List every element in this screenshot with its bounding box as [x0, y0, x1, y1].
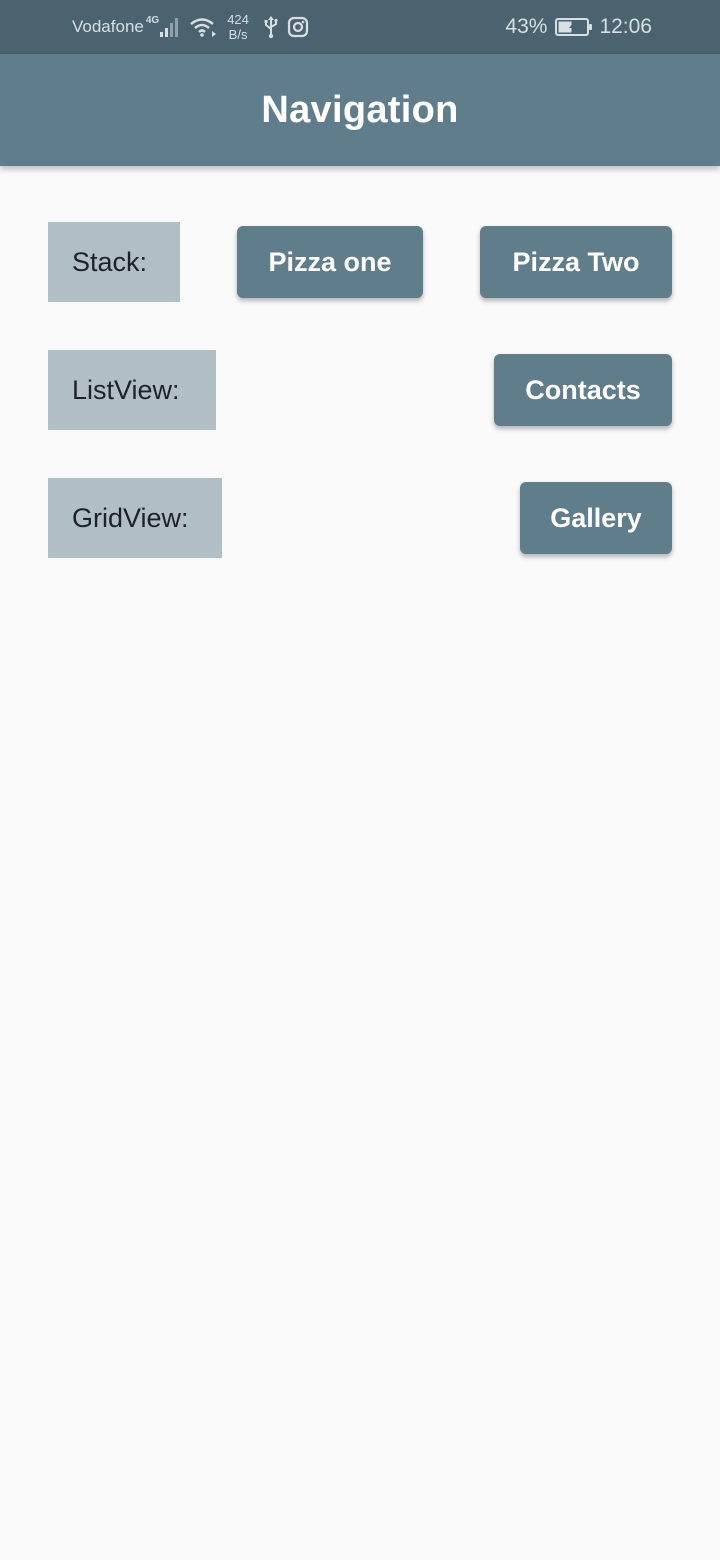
status-right-group: 43% 12:06: [505, 0, 652, 54]
status-left-group: Vodafone 4G 424 B/s: [72, 0, 309, 54]
usb-icon: [263, 15, 279, 39]
contacts-button[interactable]: Contacts: [494, 354, 672, 426]
carrier-name: Vodafone: [72, 17, 144, 36]
network-type-badge: 4G: [145, 14, 160, 26]
network-speed-value: 424: [227, 12, 249, 27]
gridview-row: GridView: Gallery: [48, 478, 672, 558]
pizza-two-button[interactable]: Pizza Two: [480, 226, 672, 298]
network-speed: 424 B/s: [227, 12, 249, 42]
stack-row: Stack: Pizza one Pizza Two: [48, 222, 672, 302]
signal-icon: [159, 16, 181, 38]
gallery-button[interactable]: Gallery: [520, 482, 672, 554]
listview-label: ListView:: [48, 350, 216, 430]
battery-charging-icon: [555, 17, 593, 37]
battery-percent: 43%: [505, 15, 548, 38]
gridview-label: GridView:: [48, 478, 222, 558]
status-bar: Vodafone 4G 424 B/s 43% 12:06: [0, 0, 720, 54]
network-speed-unit: B/s: [228, 27, 248, 42]
pizza-one-button[interactable]: Pizza one: [237, 226, 423, 298]
app-bar: Navigation: [0, 54, 720, 166]
page-title: Navigation: [261, 88, 459, 131]
wifi-icon: [189, 16, 217, 38]
clock: 12:06: [599, 15, 652, 38]
listview-row: ListView: Contacts: [48, 350, 672, 430]
stack-label: Stack:: [48, 222, 180, 302]
instagram-icon: [287, 16, 309, 38]
